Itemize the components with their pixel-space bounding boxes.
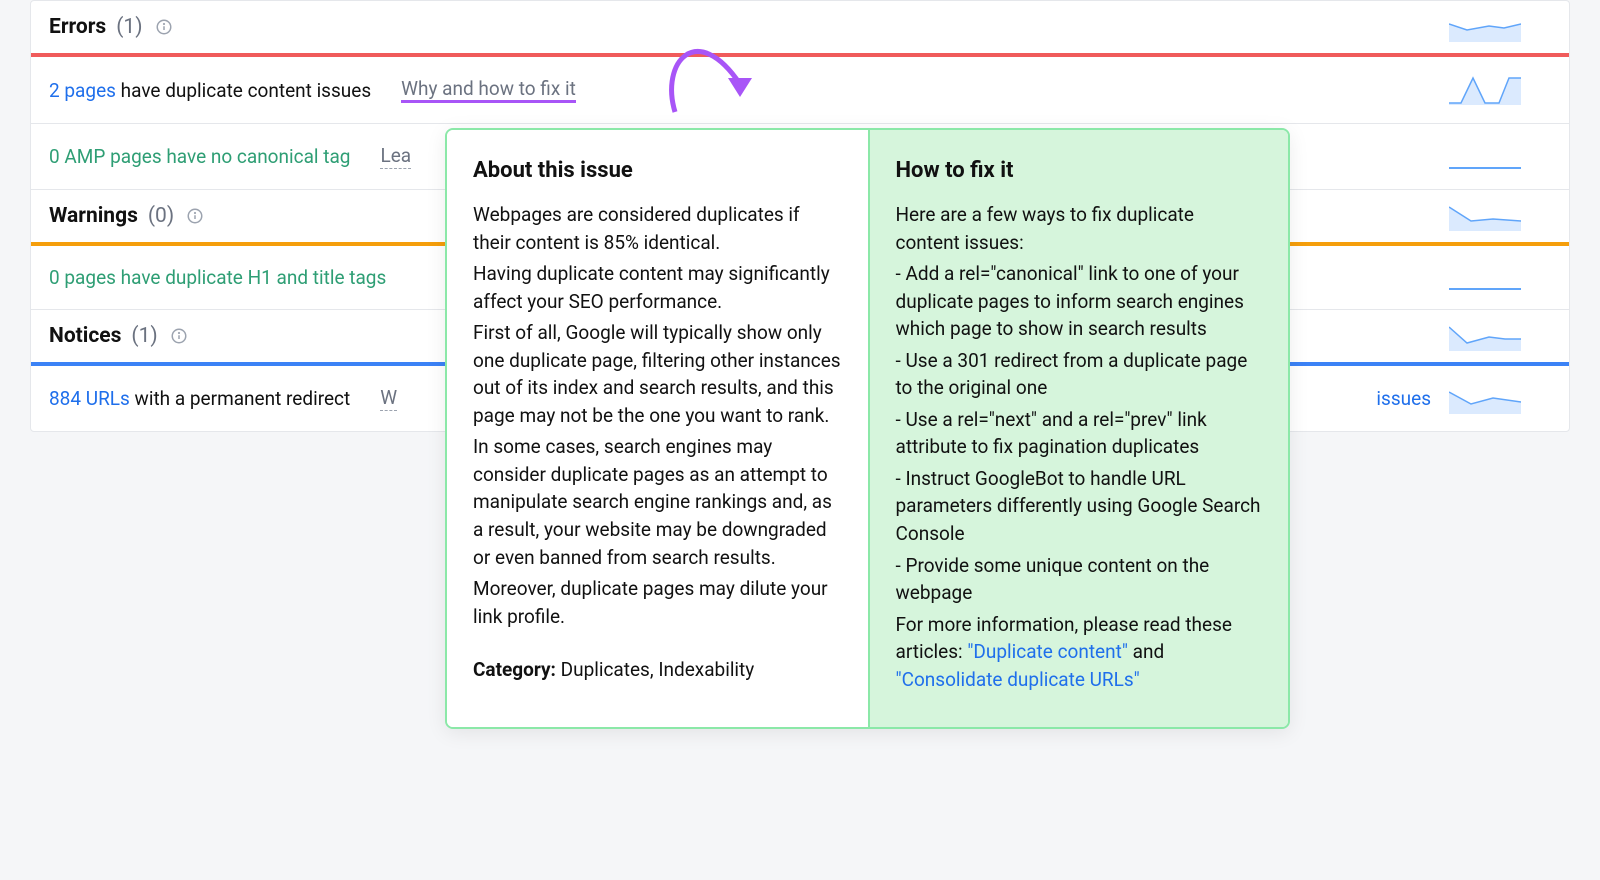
notices-title: Notices	[49, 324, 121, 348]
sparkline	[1449, 142, 1521, 172]
issue-text: 0 AMP pages have no canonical tag	[49, 145, 350, 168]
category-label: Category:	[473, 658, 556, 681]
sparkline	[1449, 201, 1521, 231]
category-line: Category: Duplicates, Indexability	[473, 658, 842, 681]
issue-text: 884 URLs with a permanent redirect	[49, 387, 350, 410]
why-how-fix-link[interactable]: W	[380, 386, 397, 411]
issue-row[interactable]: 2 pages have duplicate content issues Wh…	[31, 57, 1569, 124]
sparkline	[1449, 321, 1521, 351]
issue-text: 0 pages have duplicate H1 and title tags	[49, 266, 386, 289]
howto-panel: How to fix it Here are a few ways to fix…	[868, 130, 1289, 727]
about-body: Webpages are considered duplicates if th…	[473, 201, 842, 630]
issues-link[interactable]: issues	[1376, 387, 1431, 410]
article-link[interactable]: "Consolidate duplicate URLs"	[896, 668, 1140, 691]
why-how-fix-link[interactable]: Lea	[380, 144, 411, 169]
info-icon[interactable]	[155, 18, 173, 36]
about-title: About this issue	[473, 158, 842, 183]
issue-count-link[interactable]: 884 URLs	[49, 387, 130, 410]
sparkline	[1449, 12, 1521, 42]
issue-popover: About this issue Webpages are considered…	[445, 128, 1290, 729]
sparkline	[1449, 75, 1521, 105]
errors-count: (1)	[116, 15, 142, 39]
why-how-fix-link[interactable]: Why and how to fix it	[401, 77, 576, 103]
sparkline	[1449, 384, 1521, 414]
warnings-title: Warnings	[49, 204, 138, 228]
info-icon[interactable]	[186, 207, 204, 225]
about-panel: About this issue Webpages are considered…	[447, 130, 868, 727]
info-icon[interactable]	[170, 327, 188, 345]
article-link[interactable]: "Duplicate content"	[967, 640, 1128, 663]
errors-header: Errors (1)	[31, 1, 1569, 53]
issue-count-link[interactable]: 2 pages	[49, 79, 116, 102]
howto-body: Here are a few ways to fix duplicate con…	[896, 201, 1263, 693]
errors-title: Errors	[49, 15, 106, 39]
notices-count: (1)	[131, 324, 157, 348]
sparkline	[1449, 263, 1521, 293]
category-value: Duplicates, Indexability	[556, 658, 754, 681]
issue-text: 2 pages have duplicate content issues	[49, 79, 371, 102]
howto-title: How to fix it	[896, 158, 1263, 183]
warnings-count: (0)	[148, 204, 174, 228]
